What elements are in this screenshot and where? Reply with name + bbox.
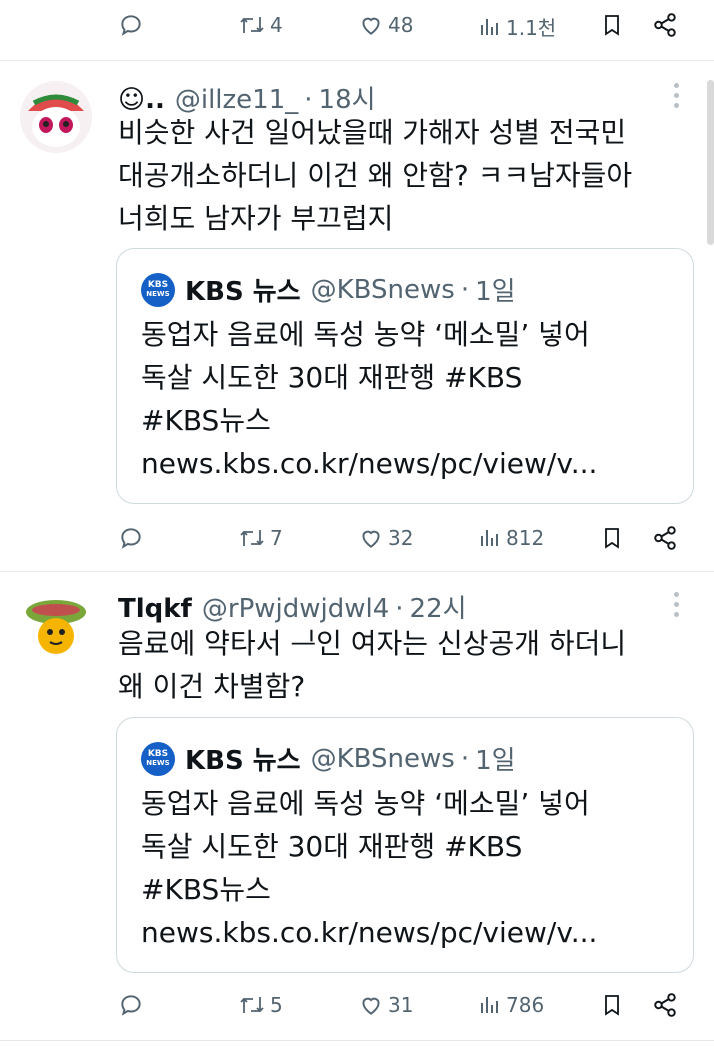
reply-button[interactable] [118,992,144,1018]
like-count: 48 [388,13,414,37]
more-icon [674,83,680,108]
views-icon [481,997,498,1013]
bookmark-button[interactable] [600,525,624,551]
quote-text-line: 동업자 음료에 독성 농약 ‘메소밀’ 넣어 [141,787,590,820]
reply-icon [121,528,141,549]
tweet-text: 비슷한 사건 일어났을때 가해자 성별 전국민 대공개소하더니 이건 왜 안함?… [118,111,688,240]
share-icon [654,13,676,37]
user-handle[interactable]: @rPwjdwjdwl4 [202,594,389,624]
avatar[interactable] [20,590,92,662]
views-count: 812 [506,526,545,550]
quote-text-line: #KBS뉴스 [141,404,271,437]
quote-text: 동업자 음료에 독성 농약 ‘메소밀’ 넣어 독살 시도한 30대 재판행 #K… [141,782,681,954]
tweet-text-line: 너희도 남자가 부끄럽지 [118,202,394,235]
views-icon [481,530,498,546]
like-button[interactable]: 48 [358,12,413,38]
quote-timestamp: 1일 [475,277,516,307]
like-count: 32 [388,526,414,550]
quote-link[interactable]: news.kbs.co.kr/news/pc/view/v... [141,442,681,485]
like-button[interactable]: 31 [358,992,413,1018]
quote-timestamp: 1일 [475,746,516,776]
views-button[interactable]: 812 [478,525,544,551]
tweet-action-bar: 5 31 786 [0,986,714,1026]
tweet[interactable]: ☺.. @illze11_ · 18시 비슷한 사건 일어났을때 가해자 성별 … [0,61,714,571]
quote-text-line: #KBS뉴스 [141,873,271,906]
like-count: 31 [388,993,414,1017]
views-button[interactable]: 1.1천 [478,12,556,41]
avatar[interactable] [20,81,92,153]
bookmark-button[interactable] [600,12,624,38]
like-icon [362,17,380,35]
avatar-image [20,81,92,153]
tweet-text-line: 대공개소하더니 이건 왜 안함? ㅋㅋ남자들아 [118,159,633,192]
retweet-count: 4 [270,13,283,37]
retweet-icon [240,997,264,1013]
views-count: 1.1천 [506,16,557,40]
like-button[interactable]: 32 [358,525,413,551]
like-icon [362,530,380,548]
retweet-button[interactable]: 5 [238,992,283,1018]
bookmark-icon [605,528,619,549]
like-icon [362,997,380,1015]
kbs-logo: KBS NEWS [141,272,175,307]
quote-text-line: 독살 시도한 30대 재판행 #KBS [141,830,523,863]
views-icon [481,18,498,35]
retweet-icon [240,530,264,546]
views-button[interactable]: 786 [478,992,544,1018]
quote-display-name: KBS 뉴스 [185,746,301,776]
tweet-text-line: 왜 이건 차별함? [118,670,306,703]
separator-dot: · [460,274,470,305]
tweet-text-line: 비슷한 사건 일어났을때 가해자 성별 전국민 [118,116,627,149]
quote-header: KBS NEWS KBS 뉴스 @KBSnews · 1일 [141,740,516,777]
separator-dot: · [460,743,470,774]
quote-display-name: KBS 뉴스 [185,277,301,307]
reply-button[interactable] [118,525,144,551]
tweet-action-bar: 7 32 812 [0,519,714,559]
quote-handle: @KBSnews [310,743,455,774]
display-name[interactable]: Tlqkf [118,594,192,624]
timestamp[interactable]: 22시 [410,588,467,625]
more-button[interactable] [674,83,680,113]
top-action-bar: 4 48 1.1천 [0,6,714,46]
retweet-count: 5 [270,993,283,1017]
tweet-header: Tlqkf @rPwjdwjdwl4 · 22시 [118,588,467,625]
retweet-icon [240,17,264,33]
reply-icon [121,995,141,1016]
retweet-count: 7 [270,526,283,550]
kbs-logo: KBS NEWS [141,741,175,776]
quote-link[interactable]: news.kbs.co.kr/news/pc/view/v... [141,911,681,954]
share-button[interactable] [652,12,678,38]
divider [0,1040,714,1041]
reply-button[interactable] [118,12,144,38]
more-icon [674,592,680,617]
retweet-button[interactable]: 7 [238,525,283,551]
reply-icon [121,15,141,36]
retweet-button[interactable]: 4 [238,12,283,38]
views-count: 786 [506,993,545,1017]
more-button[interactable] [674,592,680,622]
quote-handle: @KBSnews [310,274,455,305]
share-button[interactable] [652,992,678,1018]
bookmark-icon [605,995,619,1016]
quote-text: 동업자 음료에 독성 농약 ‘메소밀’ 넣어 독살 시도한 30대 재판행 #K… [141,313,681,485]
avatar-image [20,590,92,662]
share-icon [654,993,676,1017]
tweet[interactable]: Tlqkf @rPwjdwjdwl4 · 22시 음료에 약타서 ᆜ인 여자는 … [0,572,714,1042]
tweet-text: 음료에 약타서 ᆜ인 여자는 신상공개 하더니 왜 이건 차별함? [118,622,688,708]
quote-tweet-card[interactable]: KBS NEWS KBS 뉴스 @KBSnews · 1일 동업자 음료에 독성… [116,248,694,504]
quote-tweet-card[interactable]: KBS NEWS KBS 뉴스 @KBSnews · 1일 동업자 음료에 독성… [116,717,694,973]
quote-text-line: 독살 시도한 30대 재판행 #KBS [141,361,523,394]
quote-header: KBS NEWS KBS 뉴스 @KBSnews · 1일 [141,271,516,308]
bookmark-icon [605,15,619,36]
bookmark-button[interactable] [600,992,624,1018]
share-button[interactable] [652,525,678,551]
separator-dot: · [395,594,404,624]
tweet-text-line: 음료에 약타서 ᆜ인 여자는 신상공개 하더니 [118,627,627,660]
quote-text-line: 동업자 음료에 독성 농약 ‘메소밀’ 넣어 [141,318,590,351]
share-icon [654,526,676,550]
